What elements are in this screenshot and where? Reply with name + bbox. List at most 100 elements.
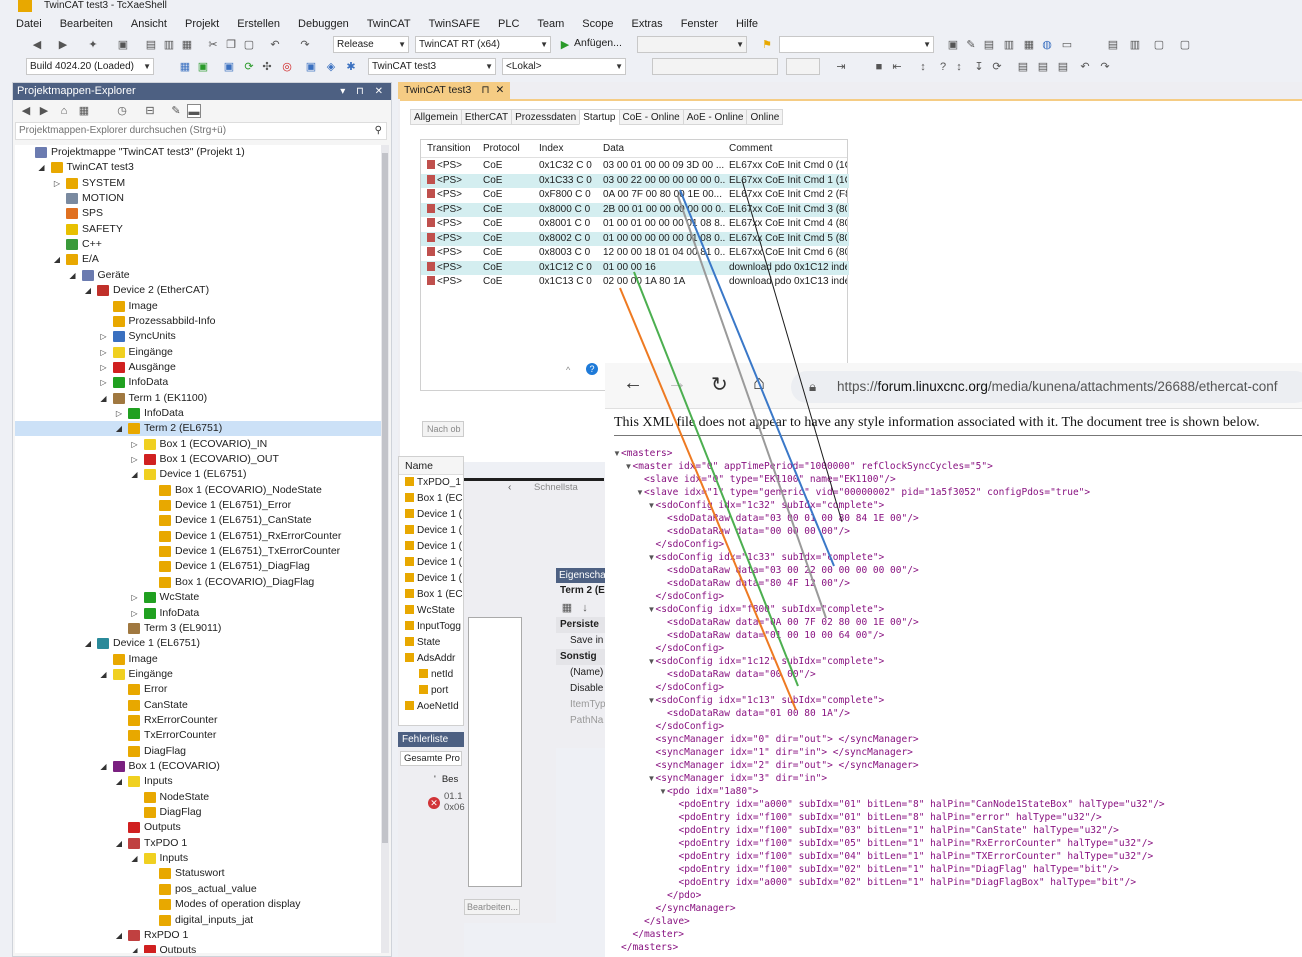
tree-item[interactable]: ▷ SyncUnits xyxy=(15,329,176,344)
tree-item[interactable]: ◢ Device 1 (EL6751) xyxy=(15,467,246,482)
expand-icon[interactable]: ▷ xyxy=(99,345,109,360)
collapse-all-icon[interactable]: ⊟ xyxy=(143,104,157,118)
list-item[interactable]: WcState xyxy=(399,603,463,619)
property-row[interactable]: Disable xyxy=(556,681,606,697)
list-item[interactable]: Box 1 (EC xyxy=(399,491,463,507)
alphabetical-icon[interactable]: ↓ xyxy=(578,601,592,615)
activate-config-icon[interactable]: ▤ xyxy=(1106,38,1120,52)
save-icon[interactable]: ▥ xyxy=(162,38,176,52)
tree-item[interactable]: DiagFlag xyxy=(15,805,202,820)
home-icon[interactable]: ⌂ xyxy=(57,104,71,118)
scan-devices-icon[interactable]: ▣ xyxy=(304,60,318,74)
tree-item[interactable]: ▷ Box 1 (ECOVARIO)_IN xyxy=(15,437,267,452)
tab-twincat-test3[interactable]: TwinCAT test3 ⊓ ✕ xyxy=(398,82,511,99)
tree-item[interactable]: Term 3 (EL9011) xyxy=(15,621,221,636)
menu-item-bearbeiten[interactable]: Bearbeiten xyxy=(60,18,113,30)
expand-icon[interactable]: ▷ xyxy=(130,590,140,605)
tree-item[interactable]: ◢ TwinCAT test3 xyxy=(15,160,134,175)
configuration-select[interactable]: Release ▼ xyxy=(333,36,409,53)
tree-item[interactable]: Error xyxy=(15,682,167,697)
tree-item[interactable]: C++ xyxy=(15,237,102,252)
table-row[interactable]: <PS> CoE 0x1C33 C 0 03 00 22 00 00 00 00 00… xyxy=(421,173,849,188)
watch-icon[interactable]: ▤ xyxy=(1056,60,1070,74)
expand-toggle-icon[interactable]: ▼ xyxy=(648,501,656,510)
expand-icon[interactable]: ▷ xyxy=(99,375,109,390)
tree-item[interactable]: TxErrorCounter xyxy=(15,728,216,743)
list-item[interactable]: AoeNetId xyxy=(399,699,463,715)
expand-icon[interactable]: ▷ xyxy=(99,329,109,344)
expand-toggle-icon[interactable]: ▼ xyxy=(648,657,656,666)
reload-icon[interactable]: ⟳ xyxy=(242,60,256,74)
expand-icon[interactable]: ▷ xyxy=(130,452,140,467)
chart-icon[interactable]: ▦ xyxy=(178,60,192,74)
new-project-icon[interactable]: ✦ xyxy=(86,38,100,52)
list-item[interactable]: InputTogg xyxy=(399,619,463,635)
list-item[interactable]: Device 1 ( xyxy=(399,555,463,571)
menu-item-hilfe[interactable]: Hilfe xyxy=(736,18,758,30)
reload-icon[interactable]: ↻ xyxy=(711,372,728,397)
copy-icon[interactable]: ❐ xyxy=(224,38,238,52)
list-item[interactable]: Device 1 ( xyxy=(399,507,463,523)
tree-item[interactable]: Image xyxy=(15,299,158,314)
error-entry[interactable]: 01.1 0x06 xyxy=(444,791,465,813)
pin-icon[interactable]: ⊓ xyxy=(481,84,489,96)
menu-item-fenster[interactable]: Fenster xyxy=(681,18,718,30)
table-row[interactable]: <PS> CoE 0x1C32 C 0 03 00 01 00 00 09 3D 00… xyxy=(421,159,849,174)
list-item[interactable]: netId xyxy=(399,667,463,683)
breakpoint-icon[interactable]: ▤ xyxy=(1016,60,1030,74)
tree-item[interactable]: ◢ Term 1 (EK1100) xyxy=(15,391,207,406)
scan-icon[interactable]: ▢ xyxy=(1178,38,1192,52)
dropdown-icon[interactable]: ‹ xyxy=(508,482,511,493)
step-into-icon[interactable]: ↧ xyxy=(972,60,986,74)
tree-item[interactable]: ◢ Device 1 (EL6751) xyxy=(15,636,200,651)
expand-icon[interactable]: ◢ xyxy=(37,160,47,175)
scroll-up-icon[interactable]: ^ xyxy=(566,365,570,375)
folder-icon[interactable]: ▤ xyxy=(144,38,158,52)
column-header-data[interactable]: Data xyxy=(603,143,624,154)
team-icon[interactable]: ▦ xyxy=(1022,38,1036,52)
tree-item[interactable]: CanState xyxy=(15,698,188,713)
expand-toggle-icon[interactable]: ▼ xyxy=(613,449,621,458)
breakpoint-list-icon[interactable]: ▤ xyxy=(1036,60,1050,74)
expand-icon[interactable]: ◢ xyxy=(130,943,140,953)
solution-explorer-search[interactable]: Projektmappen-Explorer durchsuchen (Strg… xyxy=(15,122,387,140)
expand-toggle-icon[interactable]: ▼ xyxy=(625,462,633,471)
redo2-icon[interactable]: ↷ xyxy=(1098,60,1112,74)
expand-icon[interactable]: ◢ xyxy=(130,851,140,866)
error-scope-select[interactable]: Gesamte Pro xyxy=(400,751,462,766)
tree-item[interactable]: Image xyxy=(15,652,158,667)
subtab-ethercat[interactable]: EtherCAT xyxy=(460,109,513,125)
play-icon[interactable]: ▶ xyxy=(558,38,572,52)
expand-icon[interactable]: ◢ xyxy=(99,667,109,682)
tree-item[interactable]: ◢ Inputs xyxy=(15,851,188,866)
property-row[interactable]: (Name) xyxy=(556,665,606,681)
expand-icon[interactable]: ◢ xyxy=(99,759,109,774)
address-bar[interactable]: 🔒︎ https://forum.linuxcnc.org/media/kune… xyxy=(791,371,1302,403)
bookmark-icon[interactable]: ✱ xyxy=(344,60,358,74)
scrollbar-thumb[interactable] xyxy=(382,153,388,843)
menu-item-twincat[interactable]: TwinCAT xyxy=(367,18,411,30)
tree-item[interactable]: SPS xyxy=(15,206,103,221)
tree-item[interactable]: ▷ InfoData xyxy=(15,606,199,621)
tree-item[interactable]: ◢ RxPDO 1 xyxy=(15,928,188,943)
logout-icon[interactable]: ⇤ xyxy=(890,60,904,74)
preview-icon[interactable]: ▬ xyxy=(187,104,201,118)
build-select[interactable]: Build 4024.20 (Loaded) ▼ xyxy=(26,58,154,75)
menu-item-ansicht[interactable]: Ansicht xyxy=(131,18,167,30)
expand-icon[interactable]: ▷ xyxy=(52,176,62,191)
target-icon[interactable]: ▣ xyxy=(222,60,236,74)
platform-select[interactable]: TwinCAT RT (x64) ▼ xyxy=(415,36,551,53)
stop-icon[interactable]: ■ xyxy=(872,60,886,74)
column-header-comment[interactable]: Comment xyxy=(729,143,772,154)
close-icon[interactable]: ✕ xyxy=(496,84,505,96)
activate-icon[interactable]: ▣ xyxy=(196,60,210,74)
expand-toggle-icon[interactable]: ▼ xyxy=(648,696,656,705)
tree-item[interactable]: ◢ Inputs xyxy=(15,774,173,789)
list-item[interactable]: port xyxy=(399,683,463,699)
save-all-icon[interactable]: ▦ xyxy=(180,38,194,52)
wrench-icon[interactable]: ✎ xyxy=(964,38,978,52)
toggle-freerun-icon[interactable]: ◎ xyxy=(280,60,294,74)
menu-item-erstellen[interactable]: Erstellen xyxy=(237,18,280,30)
menu-item-datei[interactable]: Datei xyxy=(16,18,42,30)
expand-icon[interactable]: ▷ xyxy=(99,360,109,375)
